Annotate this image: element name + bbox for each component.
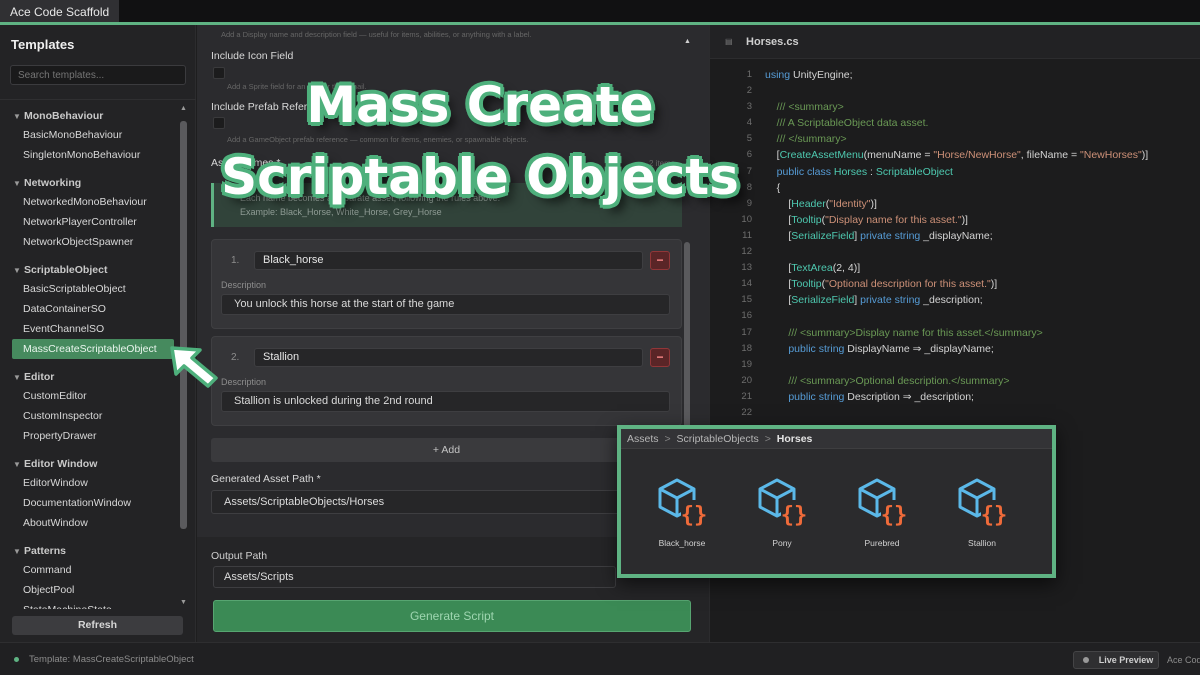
asset-path-label: Generated Asset Path * <box>211 473 321 485</box>
app-tab[interactable]: Ace Code Scaffold <box>0 0 120 24</box>
code-line: 10 [Tooltip("Display name for this asset… <box>741 213 968 226</box>
scriptable-asset-item[interactable]: {} Black_horse <box>637 476 727 548</box>
template-group[interactable]: ▼ Editor Window <box>0 453 178 473</box>
entry-number: 1. <box>231 255 240 266</box>
brand-label: Ace Code Scaffold <box>1167 655 1200 665</box>
scriptable-object-icon: {} <box>858 478 908 528</box>
template-item[interactable]: EditorWindow <box>0 473 178 493</box>
template-item[interactable]: MassCreateScriptableObject <box>12 339 174 359</box>
template-item[interactable]: DocumentationWindow <box>0 493 178 513</box>
template-item[interactable]: ObjectPool <box>0 580 178 600</box>
template-item[interactable]: AboutWindow <box>0 513 178 533</box>
code-line: 18 public string DisplayName ⇒ _displayN… <box>741 342 994 355</box>
add-entry-button[interactable]: + Add <box>211 438 682 462</box>
asset-entry-card: 2. Stallion − Description Stallion is un… <box>211 336 682 426</box>
remove-entry-button[interactable]: − <box>650 348 670 367</box>
svg-text:{}: {} <box>781 503 808 528</box>
template-item[interactable]: CustomEditor <box>0 386 178 406</box>
status-dot-icon <box>14 657 19 662</box>
pointer-arrow-icon <box>170 346 218 388</box>
scriptable-asset-item[interactable]: {} Stallion <box>937 476 1027 548</box>
hint-example: Example: Black_Horse, White_Horse, Grey_… <box>240 207 442 217</box>
overlay-title-line1: Mass Create <box>306 76 654 134</box>
output-path-label: Output Path <box>211 550 268 562</box>
project-folder-window: Assets > ScriptableObjects > Horses {} Bl… <box>617 425 1056 578</box>
description-input[interactable]: Stallion is unlocked during the 2nd roun… <box>221 391 670 412</box>
template-group[interactable]: ▼ Patterns <box>0 540 178 560</box>
scriptable-object-icon: {} <box>658 478 708 528</box>
template-group[interactable]: ▼ Editor <box>0 366 178 386</box>
template-item[interactable]: NetworkObjectSpawner <box>0 232 178 252</box>
breadcrumb-horses[interactable]: Horses <box>777 433 813 445</box>
output-path-input[interactable]: Assets/Scripts <box>213 566 616 588</box>
sidebar-title: Templates <box>11 37 75 52</box>
overlay-title-line2: Scriptable Objects <box>221 148 739 206</box>
template-item[interactable]: EventChannelSO <box>0 319 178 339</box>
asset-path-input[interactable]: Assets/ScriptableObjects/Horses <box>211 490 682 514</box>
chevron-right-icon: > <box>664 433 671 445</box>
description-label: Description <box>221 377 267 387</box>
scriptable-asset-item[interactable]: {} Pony <box>737 476 827 548</box>
template-item[interactable]: CustomInspector <box>0 406 178 426</box>
code-line: 12 <box>741 246 752 258</box>
live-dot-icon <box>1083 657 1089 663</box>
template-item[interactable]: PropertyDrawer <box>0 426 178 446</box>
svg-text:{}: {} <box>681 503 708 528</box>
template-item[interactable]: NetworkPlayerController <box>0 212 178 232</box>
entry-number: 2. <box>231 352 240 363</box>
template-item[interactable]: Command <box>0 560 178 580</box>
asset-name: Pony <box>772 538 792 548</box>
prefab-field-hint: Add a GameObject prefab reference — comm… <box>227 135 529 144</box>
breadcrumb-scriptableobjects[interactable]: ScriptableObjects <box>677 433 759 445</box>
code-line: 16 <box>741 310 752 322</box>
breadcrumb: Assets > ScriptableObjects > Horses <box>621 429 1052 449</box>
scriptable-object-icon: {} <box>758 478 808 528</box>
code-line: 22 <box>741 406 752 418</box>
svg-text:{}: {} <box>981 503 1008 528</box>
asset-entry-card: 1. Black_horse − Description You unlock … <box>211 239 682 329</box>
live-preview-button[interactable]: Live Preview <box>1073 651 1159 669</box>
code-filename: Horses.cs <box>746 36 799 48</box>
template-group[interactable]: ▼ ScriptableObject <box>0 259 178 279</box>
scriptable-asset-item[interactable]: {} Purebred <box>837 476 927 548</box>
breadcrumb-assets[interactable]: Assets <box>627 433 659 445</box>
code-line: 14 [Tooltip("Optional description for th… <box>741 278 998 291</box>
code-line: 11 [SerializeField] private string _disp… <box>742 229 993 242</box>
asset-name: Black_horse <box>658 538 706 548</box>
code-header: ▤ Horses.cs <box>710 25 1200 59</box>
code-line: 20 /// <summary>Optional description.</s… <box>741 374 1010 387</box>
field-hint: Add a Display name and description field… <box>221 30 532 39</box>
file-icon: ▤ <box>725 37 733 46</box>
description-input[interactable]: You unlock this horse at the start of th… <box>221 294 670 315</box>
title-bar: Ace Code Scaffold <box>0 0 1200 25</box>
refresh-button[interactable]: Refresh <box>12 616 183 635</box>
scroll-up-icon[interactable]: ▲ <box>684 38 691 45</box>
svg-text:{}: {} <box>881 503 908 528</box>
template-item[interactable]: DataContainerSO <box>0 299 178 319</box>
form-scrollbar[interactable] <box>684 242 690 438</box>
asset-name-input[interactable]: Stallion <box>254 348 643 367</box>
scroll-down-icon[interactable]: ▼ <box>180 599 187 606</box>
code-line: 21 public string Description ⇒ _descript… <box>741 390 974 403</box>
status-text: Template: MassCreateScriptableObject <box>29 654 194 665</box>
template-item[interactable]: BasicScriptableObject <box>0 279 178 299</box>
asset-name-input[interactable]: Black_horse <box>254 251 643 270</box>
asset-name: Stallion <box>968 538 996 548</box>
template-item[interactable]: StateMachineState <box>0 600 178 609</box>
scriptable-object-icon: {} <box>958 478 1008 528</box>
code-line: 15 [SerializeField] private string _desc… <box>741 294 983 307</box>
asset-name: Purebred <box>864 538 900 548</box>
remove-entry-button[interactable]: − <box>650 251 670 270</box>
chevron-right-icon: > <box>764 433 771 445</box>
description-label: Description <box>221 280 267 290</box>
code-line: 19 <box>741 358 752 370</box>
code-line: 13 [TextArea(2, 4)] <box>741 262 861 275</box>
generate-script-button[interactable]: Generate Script <box>213 600 691 632</box>
icon-field-label: Include Icon Field <box>211 50 294 62</box>
status-bar: Template: MassCreateScriptableObject Liv… <box>0 642 1200 675</box>
code-line: 17 /// <summary>Display name for this as… <box>741 326 1043 339</box>
